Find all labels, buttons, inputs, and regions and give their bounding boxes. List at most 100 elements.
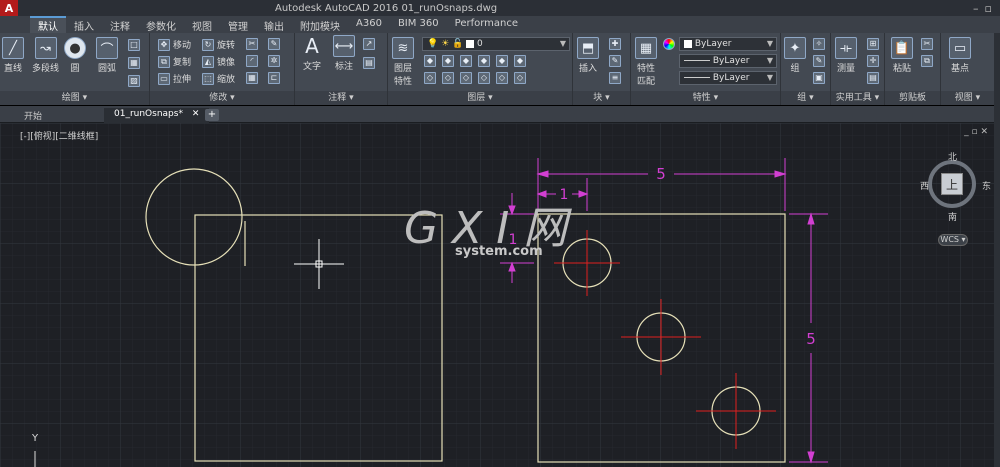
circle-button[interactable]: ● 圆 bbox=[64, 37, 86, 74]
layer-tool-icon[interactable]: ◆ bbox=[460, 55, 472, 67]
calculator-button[interactable]: ▤ bbox=[867, 72, 879, 84]
erase-button[interactable]: ✎ bbox=[268, 38, 280, 50]
drawing-canvas[interactable]: 5 1 1 5 bbox=[0, 123, 1000, 467]
ribbon-tab-home[interactable]: 默认 bbox=[30, 16, 66, 33]
panel-annotation-title[interactable]: 注释 ▾ bbox=[295, 91, 387, 105]
layer-tool-icon[interactable]: ◇ bbox=[460, 72, 472, 84]
close-icon[interactable]: ✕ bbox=[192, 109, 200, 119]
ribbon-tab-bim360[interactable]: BIM 360 bbox=[390, 16, 447, 33]
line-button[interactable]: ╱ 直线 bbox=[2, 37, 24, 74]
hatch-button[interactable]: ▦ bbox=[128, 57, 140, 69]
viewcube[interactable]: 北 南 西 东 上 WCS ▾ bbox=[920, 150, 996, 246]
layer-tool-icon[interactable]: ◇ bbox=[424, 72, 436, 84]
offset-button[interactable]: ⊏ bbox=[268, 72, 280, 84]
base-view-button[interactable]: ▭ 基点 bbox=[949, 37, 971, 74]
stretch-button[interactable]: ▭ 拉伸 bbox=[158, 72, 191, 85]
rotate-button[interactable]: ↻ 旋转 bbox=[202, 38, 235, 51]
group-select-button[interactable]: ▣ bbox=[813, 72, 825, 84]
layer-tool-icon[interactable]: ◇ bbox=[496, 72, 508, 84]
panel-view-title[interactable]: 视图 ▾ bbox=[941, 91, 994, 105]
ribbon-tab-addins[interactable]: 附加模块 bbox=[292, 16, 348, 33]
panel-groups-title[interactable]: 组 ▾ bbox=[781, 91, 830, 105]
panel-properties-title[interactable]: 特性 ▾ bbox=[631, 91, 780, 105]
leader-button[interactable]: ↗ bbox=[363, 38, 375, 50]
viewport-controls[interactable]: _ ▫ ✕ bbox=[964, 127, 988, 137]
arc-button[interactable]: ⌒ 圆弧 bbox=[96, 37, 118, 74]
polyline-button[interactable]: ↝ 多段线 bbox=[32, 37, 59, 74]
color-wheel-button[interactable] bbox=[663, 38, 675, 50]
layer-tool-icon[interactable]: ◆ bbox=[478, 55, 490, 67]
lineweight-dropdown[interactable]: ByLayer ▼ bbox=[679, 71, 777, 85]
dimension-button[interactable]: ⟷ 标注 bbox=[333, 35, 355, 72]
quick-select-button[interactable]: ⊞ bbox=[867, 38, 879, 50]
ribbon-tab-output[interactable]: 输出 bbox=[256, 16, 292, 33]
measure-button[interactable]: ⟛ 测量 bbox=[835, 37, 857, 74]
layer-properties-button[interactable]: ≋ 图层 特性 bbox=[392, 37, 414, 87]
move-button[interactable]: ✥ 移动 bbox=[158, 38, 191, 51]
layer-tool-icon[interactable]: ◇ bbox=[442, 72, 454, 84]
right-scrollbar[interactable] bbox=[994, 33, 1000, 467]
trim-button[interactable]: ✂ bbox=[246, 38, 258, 50]
wcs-menu-button[interactable]: WCS ▾ bbox=[938, 234, 968, 246]
explode-button[interactable]: ✲ bbox=[268, 55, 280, 67]
compass-north[interactable]: 北 bbox=[948, 150, 957, 163]
copy-icon: ⧉ bbox=[158, 55, 170, 68]
viewcube-top-face[interactable]: 上 bbox=[941, 173, 963, 195]
text-button[interactable]: A 文字 bbox=[301, 34, 323, 72]
layer-tool-icon[interactable]: ◆ bbox=[496, 55, 508, 67]
ribbon-tab-parametric[interactable]: 参数化 bbox=[138, 16, 184, 33]
compass-east[interactable]: 东 bbox=[982, 179, 991, 192]
gradient-button[interactable]: ▨ bbox=[128, 75, 140, 87]
group-edit-button[interactable]: ✎ bbox=[813, 55, 825, 67]
cut-button[interactable]: ✂ bbox=[921, 38, 933, 50]
color-dropdown[interactable]: ByLayer ▼ bbox=[679, 37, 777, 51]
linetype-dropdown[interactable]: ByLayer ▼ bbox=[679, 54, 777, 68]
minimize-icon[interactable]: – bbox=[973, 2, 979, 15]
ribbon-tab-manage[interactable]: 管理 bbox=[220, 16, 256, 33]
edit-block-button[interactable]: ✎ bbox=[609, 55, 621, 67]
mirror-button[interactable]: ◭ 镜像 bbox=[202, 55, 235, 68]
compass-south[interactable]: 南 bbox=[948, 210, 957, 223]
panel-block-title[interactable]: 块 ▾ bbox=[573, 91, 630, 105]
viewport-label[interactable]: [-][俯视][二维线框] bbox=[20, 129, 98, 142]
scale-button[interactable]: ⬚ 缩放 bbox=[202, 72, 235, 85]
ribbon-tab-view[interactable]: 视图 bbox=[184, 16, 220, 33]
tab-start[interactable]: 开始 bbox=[14, 108, 52, 123]
create-block-button[interactable]: ✚ bbox=[609, 38, 621, 50]
ribbon-tab-a360[interactable]: A360 bbox=[348, 16, 390, 33]
tab-current-drawing[interactable]: 01_runOsnaps* ✕ bbox=[104, 108, 210, 123]
group-button[interactable]: ✦ 组 bbox=[784, 37, 806, 74]
panel-utilities-title[interactable]: 实用工具 ▾ bbox=[831, 91, 884, 105]
panel-modify-title[interactable]: 修改 ▾ bbox=[150, 91, 294, 105]
point-style-button[interactable]: ✛ bbox=[867, 55, 879, 67]
layer-tool-icon[interactable]: ◆ bbox=[442, 55, 454, 67]
copy-clip-button[interactable]: ⧉ bbox=[921, 55, 933, 67]
maximize-icon[interactable]: ▫ bbox=[985, 2, 992, 15]
ungroup-button[interactable]: ✧ bbox=[813, 38, 825, 50]
ribbon-tab-insert[interactable]: 插入 bbox=[66, 16, 102, 33]
insert-block-button[interactable]: ⬒ 插入 bbox=[577, 37, 599, 74]
paste-button[interactable]: 📋 粘贴 bbox=[891, 37, 913, 74]
ribbon-tab-performance[interactable]: Performance bbox=[447, 16, 526, 33]
fillet-button[interactable]: ◜ bbox=[246, 55, 258, 67]
panel-layers-title[interactable]: 图层 ▾ bbox=[388, 91, 572, 105]
new-tab-button[interactable]: + bbox=[205, 109, 219, 121]
drawing-area[interactable]: 5 1 1 5 [-][俯视][二维线框] _ ▫ ✕ G X I 网 syst… bbox=[0, 123, 1000, 467]
copy-button[interactable]: ⧉ 复制 bbox=[158, 55, 191, 68]
layer-tool-icon[interactable]: ◇ bbox=[514, 72, 526, 84]
array-button[interactable]: ▦ bbox=[246, 72, 258, 84]
panel-draw-title[interactable]: 绘图 ▾ bbox=[0, 91, 149, 105]
table-button[interactable]: ▤ bbox=[363, 57, 375, 69]
block-attribute-button[interactable]: ≡ bbox=[609, 72, 621, 84]
layer-dropdown[interactable]: 💡 ☀ 🔓 0 ▼ bbox=[422, 37, 570, 51]
table-icon: ▤ bbox=[363, 57, 375, 69]
match-properties-button[interactable]: ▦ 特性 匹配 bbox=[635, 37, 657, 87]
layer-tool-icon[interactable]: ◆ bbox=[514, 55, 526, 67]
rectangle-button[interactable]: □ bbox=[128, 39, 140, 51]
ribbon-tab-annotate[interactable]: 注释 bbox=[102, 16, 138, 33]
layer-tool-icon[interactable]: ◇ bbox=[478, 72, 490, 84]
layer-tool-icon[interactable]: ◆ bbox=[424, 55, 436, 67]
panel-clipboard-title[interactable]: 剪贴板 bbox=[885, 91, 940, 105]
window-controls: – ▫ bbox=[973, 2, 992, 15]
compass-west[interactable]: 西 bbox=[920, 179, 929, 192]
